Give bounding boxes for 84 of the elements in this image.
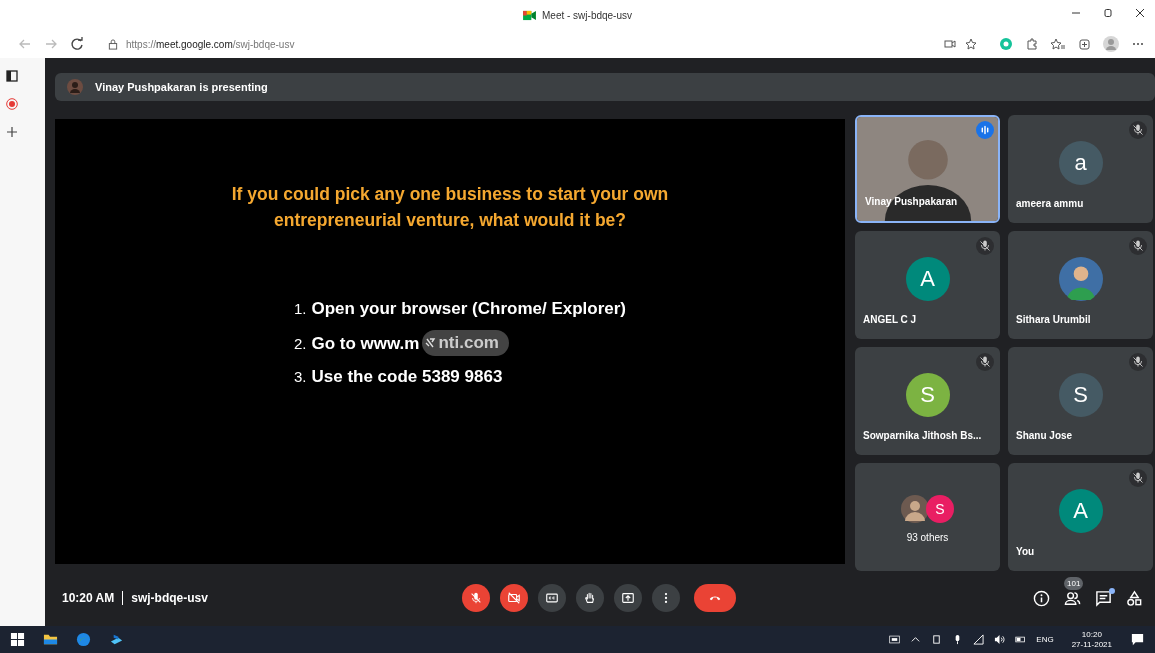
raise-hand-button[interactable] <box>576 584 604 612</box>
plus-icon[interactable] <box>5 126 18 138</box>
participant-name: Vinay Pushpakaran <box>865 196 958 207</box>
avatar-circle: a <box>1058 141 1103 185</box>
participant-name: ANGEL C J <box>863 314 917 325</box>
app-icon[interactable] <box>109 632 124 647</box>
presenter-avatar-icon <box>67 79 83 95</box>
wifi-icon[interactable] <box>973 634 985 645</box>
people-icon[interactable] <box>1064 589 1081 607</box>
participant-tile[interactable]: Vinay Pushpakaran <box>855 115 1000 223</box>
favorites-icon[interactable] <box>1051 37 1065 51</box>
reload-icon[interactable] <box>70 37 84 51</box>
restore-icon[interactable] <box>1103 8 1113 18</box>
step-text: nti.com <box>438 333 499 353</box>
avatar-circle: A <box>1058 489 1103 533</box>
camera-off-icon <box>507 591 521 605</box>
present-button[interactable] <box>614 584 642 612</box>
record-icon[interactable] <box>5 98 18 110</box>
participant-name: ameera ammu <box>1016 198 1084 209</box>
chevron-up-icon[interactable] <box>910 634 922 645</box>
folder-icon[interactable] <box>43 632 58 647</box>
tabs-icon[interactable] <box>5 70 18 82</box>
mic-off-icon <box>469 591 483 605</box>
info-icon[interactable] <box>1033 589 1050 607</box>
step-number: 2. <box>293 335 307 352</box>
participant-tile[interactable]: S Sowparnika Jithosh Bs... <box>855 347 1000 455</box>
banner-text: Vinay Pushpakaran is presenting <box>95 81 268 93</box>
activities-icon[interactable] <box>1126 589 1143 607</box>
participant-tile[interactable]: A ANGEL C J <box>855 231 1000 339</box>
avatar-circle: A <box>905 257 950 301</box>
participant-tile[interactable]: S 93 others <box>855 463 1000 571</box>
browser-icon[interactable] <box>76 632 91 647</box>
meeting-code: swj-bdqe-usv <box>131 591 208 605</box>
participant-tile[interactable]: A You <box>1008 463 1153 571</box>
audio-level-icon <box>976 121 994 139</box>
profile-avatar-icon[interactable] <box>1103 36 1119 52</box>
url-path: /swj-bdqe-usv <box>232 38 295 50</box>
present-icon <box>621 591 635 605</box>
camera-button[interactable] <box>500 584 528 612</box>
step-number: 3. <box>293 368 307 385</box>
url-scheme: https:// <box>126 38 156 50</box>
participant-name: 93 others <box>905 532 950 543</box>
battery-icon[interactable] <box>1015 634 1027 645</box>
language-indicator[interactable]: ENG <box>1036 635 1054 644</box>
participant-name: You <box>1016 546 1035 557</box>
clock-date[interactable]: 27-11-2021 <box>1071 639 1112 650</box>
volume-icon[interactable] <box>994 634 1006 645</box>
participant-tile[interactable]: S Shanu Jose <box>1008 347 1153 455</box>
participant-tile[interactable]: Sithara Urumbil <box>1008 231 1153 339</box>
participant-name: Shanu Jose <box>1016 430 1073 441</box>
captions-icon <box>545 591 559 605</box>
meeting-time: 10:20 AM <box>62 591 115 605</box>
avatar-circle: S <box>905 373 950 417</box>
clock-time[interactable]: 10:20 <box>1081 629 1102 640</box>
step-text: Open your browser (Chrome/ Explorer) <box>311 299 627 319</box>
participant-count-badge: 101 <box>1064 576 1084 590</box>
microphone-button[interactable] <box>462 584 490 612</box>
participant-name: Sowparnika Jithosh Bs... <box>863 430 982 441</box>
close-icon[interactable] <box>1135 8 1145 18</box>
avatar-silhouette-icon <box>901 495 929 523</box>
window-title: Meet - swj-bdqe-usv <box>542 9 632 21</box>
slide-question: If you could pick any one business to start your own entrepreneurial venture, what would it be? <box>230 183 670 232</box>
puzzle-icon[interactable] <box>1025 37 1039 51</box>
participant-name: Sithara Urumbil <box>1016 314 1091 325</box>
camera-icon[interactable] <box>943 37 957 51</box>
participant-tile[interactable]: a ameera ammu <box>1008 115 1153 223</box>
avatar-silhouette-icon <box>1058 257 1103 301</box>
tray-keyboard-icon[interactable] <box>889 634 901 645</box>
avatar-circle: S <box>926 495 954 523</box>
step-text: Go to www.m <box>311 334 420 354</box>
avatar-circle: S <box>1058 373 1103 417</box>
meet-logo-icon <box>523 9 536 21</box>
step-number: 1. <box>293 300 307 317</box>
notification-icon[interactable] <box>1130 632 1145 647</box>
chat-icon[interactable] <box>1095 589 1112 607</box>
tray-device-icon[interactable] <box>931 634 943 645</box>
hand-icon <box>583 591 597 605</box>
lock-icon <box>108 38 118 50</box>
step-text: Use the code 5389 9863 <box>311 367 503 387</box>
url-host: meet.google.com <box>156 38 233 50</box>
captions-button[interactable] <box>538 584 566 612</box>
windows-start-icon[interactable] <box>10 632 25 647</box>
leave-call-button[interactable] <box>694 584 736 612</box>
collections-icon[interactable] <box>1077 37 1091 51</box>
